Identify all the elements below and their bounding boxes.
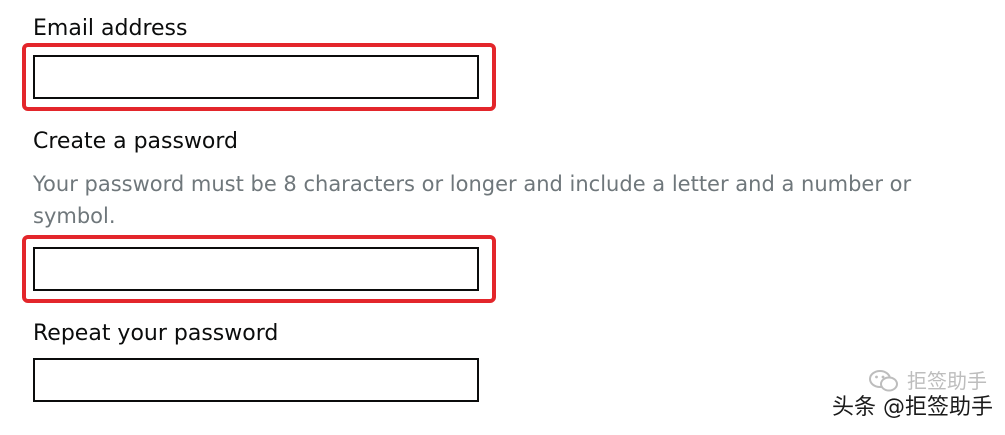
repeat-password-label: Repeat your password [33,321,279,346]
password-label: Create a password [33,129,239,154]
password-hint: Your password must be 8 characters or lo… [33,172,912,228]
email-label: Email address [33,16,188,41]
password-input[interactable] [33,247,479,291]
watermark-ghost: 拒签助手 [869,369,987,393]
repeat-password-input[interactable] [33,358,479,402]
email-input[interactable] [33,55,479,99]
watermark-text: 头条 @拒签助手 [832,395,993,420]
wechat-icon [869,369,899,393]
watermark-ghost-text: 拒签助手 [907,369,987,393]
